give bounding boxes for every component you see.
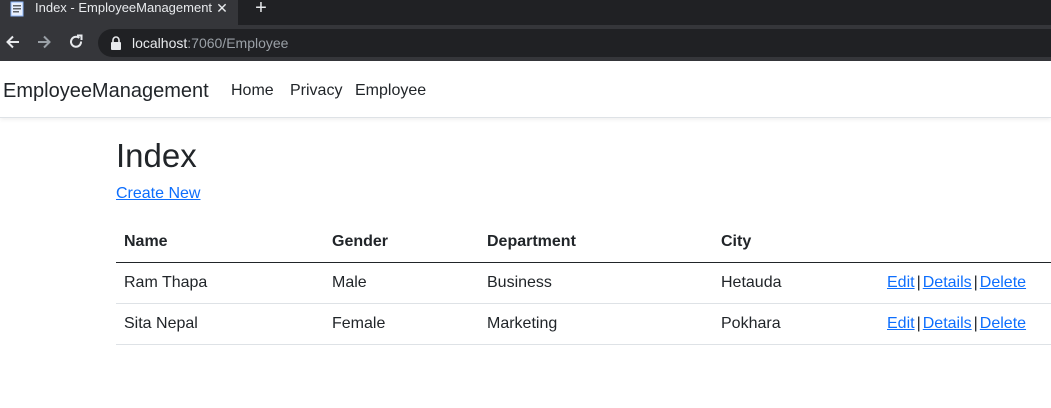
brand-link[interactable]: EmployeeManagement <box>3 80 209 102</box>
action-separator: | <box>916 273 921 291</box>
forward-arrow-icon[interactable] <box>35 33 53 51</box>
table-header-row: Name Gender Department City <box>116 222 1051 263</box>
action-separator: | <box>916 314 921 332</box>
delete-link[interactable]: Delete <box>980 274 1026 291</box>
app-navbar: EmployeeManagement Home Privacy Employee <box>0 61 1051 118</box>
cell-gender: Male <box>324 262 479 304</box>
edit-link[interactable]: Edit <box>887 274 915 291</box>
row-actions: Edit | Details | Delete <box>879 303 1051 345</box>
url-host: localhost <box>132 35 188 51</box>
close-icon[interactable]: ✕ <box>214 0 230 16</box>
cell-department: Business <box>479 262 713 304</box>
address-bar[interactable]: localhost:7060/Employee <box>98 29 1051 57</box>
lock-icon[interactable] <box>110 36 122 50</box>
cell-city: Pokhara <box>713 303 879 345</box>
delete-link[interactable]: Delete <box>980 315 1026 332</box>
cell-name: Ram Thapa <box>116 262 324 304</box>
browser-tab-strip: Index - EmployeeManagement ✕ + <box>0 0 1051 25</box>
table-row: Ram Thapa Male Business Hetauda Edit | Det… <box>116 262 1051 304</box>
nav-link-privacy[interactable]: Privacy <box>290 82 342 100</box>
browser-tab[interactable]: Index - EmployeeManagement ✕ <box>0 0 238 25</box>
edit-link[interactable]: Edit <box>887 315 915 332</box>
header-gender: Gender <box>324 222 479 263</box>
url-text: localhost:7060/Employee <box>132 35 288 51</box>
table-row: Sita Nepal Female Marketing Pokhara Edit… <box>116 303 1051 345</box>
browser-toolbar: localhost:7060/Employee <box>0 25 1051 61</box>
header-name: Name <box>116 222 324 263</box>
details-link[interactable]: Details <box>923 315 972 332</box>
page-title: Index <box>116 137 197 174</box>
create-new-link[interactable]: Create New <box>116 185 200 203</box>
cell-department: Marketing <box>479 303 713 345</box>
cell-city: Hetauda <box>713 262 879 304</box>
url-path: :7060/Employee <box>187 35 289 51</box>
nav-link-employee[interactable]: Employee <box>355 82 426 100</box>
back-arrow-icon[interactable] <box>4 33 22 51</box>
plus-icon[interactable]: + <box>251 0 271 18</box>
row-actions: Edit | Details | Delete <box>879 262 1051 304</box>
reload-icon[interactable] <box>67 33 85 51</box>
header-actions <box>879 222 1051 263</box>
details-link[interactable]: Details <box>923 274 972 291</box>
header-city: City <box>713 222 879 263</box>
cell-gender: Female <box>324 303 479 345</box>
header-department: Department <box>479 222 713 263</box>
action-separator: | <box>973 273 978 291</box>
cell-name: Sita Nepal <box>116 303 324 345</box>
document-favicon-icon <box>10 1 24 17</box>
employee-table: Name Gender Department City Ram Thapa Ma… <box>116 222 1051 345</box>
nav-link-home[interactable]: Home <box>231 82 274 100</box>
action-separator: | <box>973 314 978 332</box>
tab-title: Index - EmployeeManagement <box>35 0 213 15</box>
